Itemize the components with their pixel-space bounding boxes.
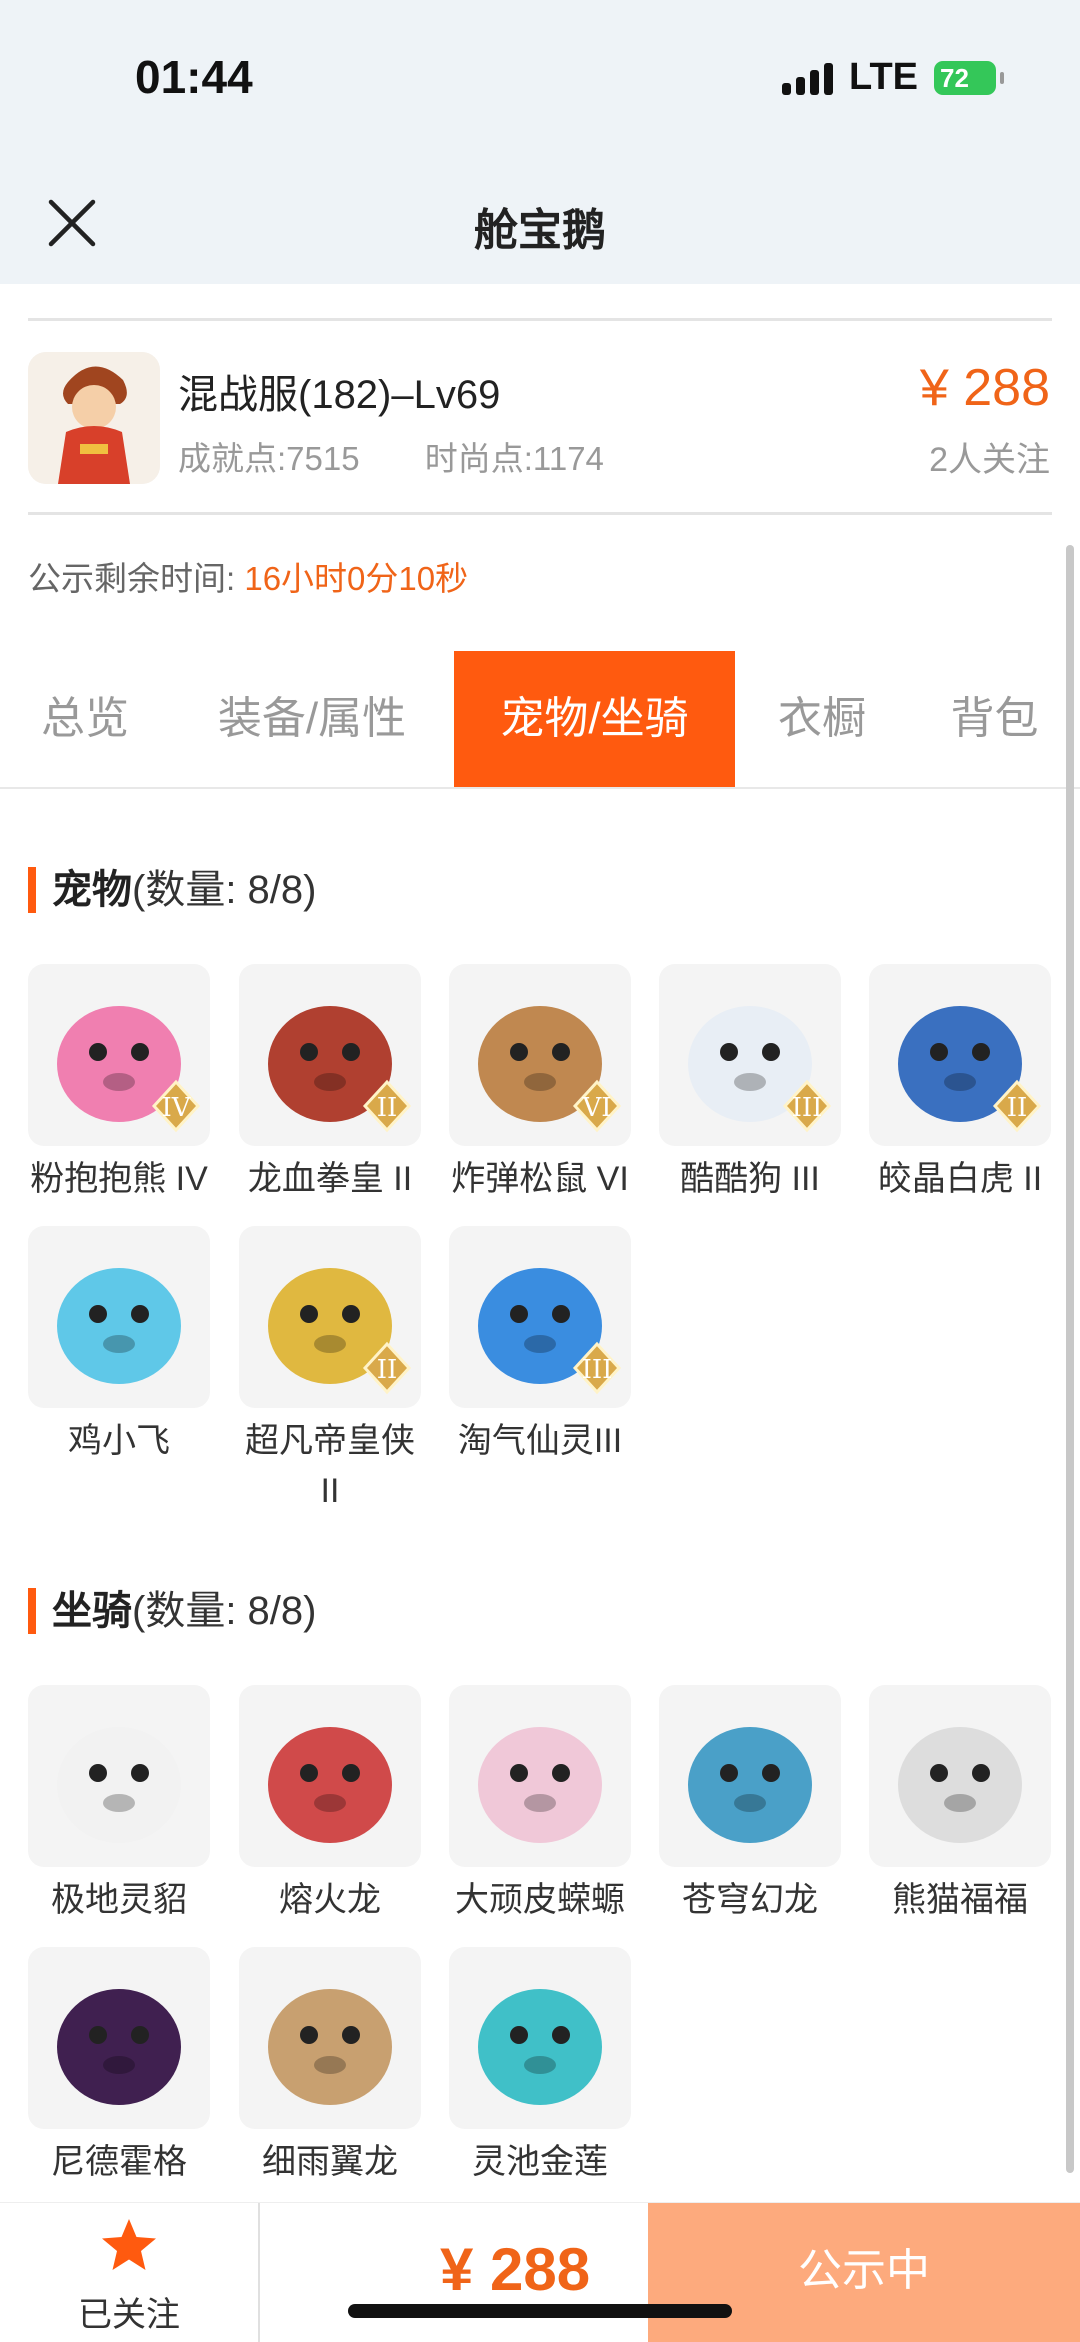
mount-thumbnail: [449, 1947, 631, 2129]
pet-item[interactable]: 鸡小飞: [28, 1226, 210, 1466]
pet-item[interactable]: IV 粉抱抱熊 IV: [28, 964, 210, 1204]
nav-bar: 舱宝鹅: [0, 160, 1080, 284]
follower-count: 2人关注: [929, 441, 1050, 479]
pet-thumbnail: II: [239, 1226, 421, 1408]
fashion-points: 时尚点:1174: [424, 440, 604, 477]
listing-price: ¥ 288: [919, 359, 1050, 417]
mount-name: 灵池金莲: [472, 2143, 608, 2181]
status-time: 01:44: [135, 51, 253, 103]
mount-thumbnail: [28, 1947, 210, 2129]
mount-item[interactable]: 熔火龙: [239, 1685, 421, 1925]
svg-text:II: II: [377, 1355, 398, 1385]
tab-pets-mounts[interactable]: 宠物/坐骑: [454, 651, 735, 787]
divider: [28, 318, 1052, 321]
divider: [28, 512, 1052, 515]
network-label: LTE: [849, 56, 918, 98]
pets-count: (数量: 8/8): [132, 868, 317, 912]
svg-text:II: II: [1007, 1093, 1028, 1123]
pet-item[interactable]: II 皎晶白虎 II: [869, 964, 1051, 1204]
mount-thumbnail: [659, 1685, 841, 1867]
publicity-timer: 公示剩余时间: 16小时0分10秒: [28, 552, 468, 600]
pet-name: 超凡帝皇侠 II: [245, 1422, 415, 1510]
mount-thumbnail: [28, 1685, 210, 1867]
pet-thumbnail: III: [659, 964, 841, 1146]
mount-item[interactable]: 熊猫福福: [869, 1685, 1051, 1925]
svg-text:IV: IV: [161, 1093, 191, 1123]
mount-name: 熔火龙: [279, 1881, 381, 1919]
achievement-points: 成就点:7515: [178, 440, 360, 477]
pet-item[interactable]: VI 炸弹松鼠 VI: [449, 964, 631, 1204]
page-title: 舱宝鹅: [474, 206, 606, 255]
tab-bar: 总览 装备/属性 宠物/坐骑 衣橱 背包: [0, 651, 1080, 789]
tab-wardrobe[interactable]: 衣橱: [735, 651, 909, 787]
pet-thumbnail: IV: [28, 964, 210, 1146]
svg-text:III: III: [792, 1093, 823, 1123]
bottom-action-bar: 已关注 ¥ 288 公示中: [0, 2202, 1080, 2342]
svg-text:III: III: [582, 1355, 613, 1385]
mount-thumbnail: [239, 1685, 421, 1867]
pet-name: 龙血拳皇 II: [247, 1160, 413, 1198]
mounts-count: (数量: 8/8): [132, 1589, 317, 1633]
tab-backpack[interactable]: 背包: [909, 651, 1080, 787]
bottom-price: ¥ 288: [440, 2236, 591, 2303]
mount-item[interactable]: 尼德霍格: [28, 1947, 210, 2187]
star-icon: [102, 2219, 156, 2270]
pet-thumbnail: [28, 1226, 210, 1408]
character-avatar: [28, 352, 160, 484]
pet-name: 鸡小飞: [68, 1422, 170, 1460]
pet-item[interactable]: II 龙血拳皇 II: [239, 964, 421, 1204]
mount-name: 熊猫福福: [892, 1881, 1028, 1919]
pet-thumbnail: II: [239, 964, 421, 1146]
pet-name: 酷酷狗 III: [680, 1160, 820, 1198]
mount-item[interactable]: 灵池金莲: [449, 1947, 631, 2187]
pet-name: 皎晶白虎 II: [877, 1160, 1043, 1198]
pet-item[interactable]: II 超凡帝皇侠 II: [239, 1226, 421, 1516]
svg-text:VI: VI: [581, 1093, 611, 1123]
mount-name: 尼德霍格: [51, 2143, 187, 2181]
pet-thumbnail: III: [449, 1226, 631, 1408]
character-stats: 成就点:7515 时尚点:1174: [178, 432, 660, 480]
mount-thumbnail: [449, 1685, 631, 1867]
publicity-status-button[interactable]: 公示中: [648, 2203, 1080, 2342]
status-bar: 01:44 LTE 72: [0, 0, 1080, 160]
timer-countdown: 16小时0分10秒: [244, 560, 469, 597]
mounts-title: 坐骑: [52, 1589, 132, 1633]
mount-thumbnail: [239, 1947, 421, 2129]
character-title: 混战服(182)–Lv69: [178, 373, 501, 417]
pet-item[interactable]: III 淘气仙灵III: [449, 1226, 631, 1466]
mount-name: 极地灵貂: [51, 1881, 187, 1919]
home-indicator: [348, 2304, 732, 2318]
pets-title: 宠物: [52, 868, 132, 912]
pet-name: 淘气仙灵III: [457, 1422, 623, 1460]
scrollbar[interactable]: [1066, 545, 1074, 2173]
follow-label: 已关注: [78, 2296, 180, 2334]
mounts-section-title: 坐骑(数量: 8/8): [28, 1588, 316, 1634]
mount-item[interactable]: 细雨翼龙: [239, 1947, 421, 2187]
status-indicators: LTE 72: [782, 56, 1004, 99]
mount-name: 细雨翼龙: [262, 2143, 398, 2181]
mount-item[interactable]: 极地灵貂: [28, 1685, 210, 1925]
tab-equipment[interactable]: 装备/属性: [170, 651, 454, 787]
follow-button[interactable]: 已关注: [0, 2203, 260, 2342]
tab-overview[interactable]: 总览: [0, 651, 170, 787]
pet-thumbnail: II: [869, 964, 1051, 1146]
pet-thumbnail: VI: [449, 964, 631, 1146]
mount-name: 苍穹幻龙: [682, 1881, 818, 1919]
pet-item[interactable]: III 酷酷狗 III: [659, 964, 841, 1204]
pet-name: 粉抱抱熊 IV: [30, 1160, 208, 1198]
signal-icon: [782, 61, 834, 95]
mount-thumbnail: [869, 1685, 1051, 1867]
mount-item[interactable]: 苍穹幻龙: [659, 1685, 841, 1925]
mount-name: 大顽皮蝾螈: [455, 1881, 625, 1919]
pet-name: 炸弹松鼠 VI: [451, 1160, 629, 1198]
mount-item[interactable]: 大顽皮蝾螈: [449, 1685, 631, 1925]
pets-section-title: 宠物(数量: 8/8): [28, 867, 316, 913]
timer-label: 公示剩余时间:: [28, 560, 236, 597]
svg-text:II: II: [377, 1093, 398, 1123]
battery-icon: 72: [934, 60, 1004, 95]
